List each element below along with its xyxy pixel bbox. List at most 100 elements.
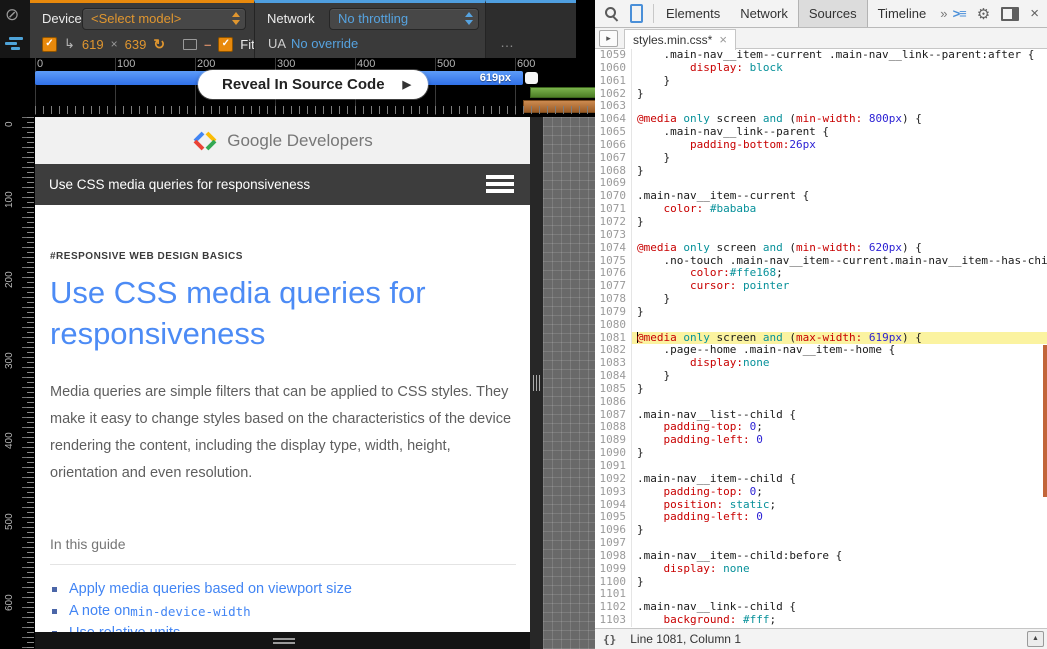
ua-override-link[interactable]: No override xyxy=(291,36,358,51)
ruler-drag-handle[interactable] xyxy=(525,72,538,84)
code-line[interactable]: 1090} xyxy=(595,447,1047,460)
code-line[interactable]: 1068} xyxy=(595,165,1047,178)
reveal-label: Reveal In Source Code xyxy=(222,76,385,93)
settings-gear-icon[interactable]: ⚙ xyxy=(977,5,990,23)
code-line[interactable]: 1076 color:#ffe168; xyxy=(595,267,1047,280)
code-line[interactable]: 1082 .page--home .main-nav__item--home { xyxy=(595,344,1047,357)
close-devtools-icon[interactable]: × xyxy=(1030,5,1039,22)
block-icon[interactable]: ⊘ xyxy=(5,5,19,25)
line-number: 1080 xyxy=(595,319,632,332)
code-line[interactable]: 1092.main-nav__item--child { xyxy=(595,473,1047,486)
code-line[interactable]: 1097 xyxy=(595,537,1047,550)
code-line[interactable]: 1066 padding-bottom:26px xyxy=(595,139,1047,152)
console-icon[interactable]: >≡ xyxy=(953,6,966,21)
menu-icon[interactable] xyxy=(486,175,514,193)
code-line[interactable]: 1077 cursor: pointer xyxy=(595,280,1047,293)
code-line[interactable]: 1078 } xyxy=(595,293,1047,306)
line-number: 1097 xyxy=(595,537,632,550)
tab-timeline[interactable]: Timeline xyxy=(868,0,937,27)
code-line[interactable]: 1072} xyxy=(595,216,1047,229)
file-tab[interactable]: styles.min.css* × xyxy=(624,29,736,50)
code-line[interactable]: 1091 xyxy=(595,460,1047,473)
dock-side-icon[interactable] xyxy=(1001,7,1019,21)
code-line[interactable]: 1071 color: #bababa xyxy=(595,203,1047,216)
kicker[interactable]: #RESPONSIVE WEB DESIGN BASICS xyxy=(50,251,515,262)
close-tab-icon[interactable]: × xyxy=(719,32,727,47)
h-ruler-label: 600 xyxy=(517,58,535,70)
bullet-icon xyxy=(52,609,57,614)
code-line[interactable]: 1102.main-nav__link--child { xyxy=(595,601,1047,614)
screen-size-icon[interactable] xyxy=(183,39,197,50)
more-tabs-icon[interactable]: » xyxy=(940,6,947,21)
height-value[interactable]: 639 xyxy=(125,37,147,52)
code-line[interactable]: 1061 } xyxy=(595,75,1047,88)
code-line[interactable]: 1074@media only screen and (min-width: 6… xyxy=(595,242,1047,255)
code-line[interactable]: 1075 .no-touch .main-nav__item--current.… xyxy=(595,255,1047,268)
network-throttling-select[interactable]: No throttling xyxy=(329,8,479,30)
code-line[interactable]: 1087.main-nav__list--child { xyxy=(595,409,1047,422)
code-line[interactable]: 1069 xyxy=(595,177,1047,190)
code-line[interactable]: 1096} xyxy=(595,524,1047,537)
line-number: 1091 xyxy=(595,460,632,473)
show-navigator-button[interactable]: ▸ xyxy=(599,30,618,47)
file-tab-bar: ▸ styles.min.css* × xyxy=(595,28,1047,49)
code-editor[interactable]: 1059 .main-nav__item--current .main-nav_… xyxy=(595,49,1047,628)
device-mode-icon[interactable] xyxy=(630,4,643,23)
code-line[interactable]: 1094 position: static; xyxy=(595,499,1047,512)
fit-checkbox[interactable]: ✓ xyxy=(218,37,233,52)
tab-network[interactable]: Network xyxy=(730,0,798,27)
code-line[interactable]: 1059 .main-nav__item--current .main-nav_… xyxy=(595,49,1047,62)
code-line[interactable]: 1101 xyxy=(595,588,1047,601)
inspect-search-icon[interactable] xyxy=(604,6,619,21)
code-line[interactable]: 1089 padding-left: 0 xyxy=(595,434,1047,447)
width-value[interactable]: 619 xyxy=(82,37,104,52)
code-line[interactable]: 1086 xyxy=(595,396,1047,409)
code-line[interactable]: 1100} xyxy=(595,576,1047,589)
code-line[interactable]: 1098.main-nav__item--child:before { xyxy=(595,550,1047,563)
swap-dimensions-icon[interactable]: ↳ xyxy=(64,36,75,52)
code-line[interactable]: 1084 } xyxy=(595,370,1047,383)
code-line[interactable]: 1085} xyxy=(595,383,1047,396)
logo-text[interactable]: Google Developers xyxy=(227,131,373,151)
code-line[interactable]: 1064@media only screen and (min-width: 8… xyxy=(595,113,1047,126)
google-developers-logo-icon[interactable] xyxy=(192,130,218,152)
code-line[interactable]: 1073 xyxy=(595,229,1047,242)
line-number: 1061 xyxy=(595,75,632,88)
vertical-drag-handle[interactable] xyxy=(533,375,541,391)
fit-label: Fit xyxy=(240,37,254,52)
horizontal-drag-handle[interactable] xyxy=(273,638,295,644)
code-line[interactable]: 1093 padding-top: 0; xyxy=(595,486,1047,499)
tab-elements[interactable]: Elements xyxy=(656,0,730,27)
code-line[interactable]: 1070.main-nav__item--current { xyxy=(595,190,1047,203)
code-line[interactable]: 1067 } xyxy=(595,152,1047,165)
guide-link[interactable]: Use relative units xyxy=(50,622,515,632)
overflow-dots[interactable]: … xyxy=(500,34,515,50)
code-line[interactable]: 1060 display: block xyxy=(595,62,1047,75)
code-line[interactable]: 1083 display:none xyxy=(595,357,1047,370)
h-ruler-label: 0 xyxy=(37,58,43,70)
guide-link[interactable]: Apply media queries based on viewport si… xyxy=(50,578,515,600)
code-line[interactable]: 1081@media only screen and (max-width: 6… xyxy=(595,332,1047,345)
network-throttle-icon[interactable] xyxy=(5,37,24,51)
code-line[interactable]: 1099 display: none xyxy=(595,563,1047,576)
code-line[interactable]: 1080 xyxy=(595,319,1047,332)
code-line[interactable]: 1062} xyxy=(595,88,1047,101)
article: #RESPONSIVE WEB DESIGN BASICS Use CSS me… xyxy=(35,205,530,632)
device-section: Device <Select model> ✓ ↳ 619 × 639 ↻ – … xyxy=(30,0,254,58)
tab-sources[interactable]: Sources xyxy=(798,0,868,27)
code-line[interactable]: 1095 padding-left: 0 xyxy=(595,511,1047,524)
guide-link[interactable]: A note on min-device-width xyxy=(50,600,515,622)
reveal-in-source-button[interactable]: Reveal In Source Code ▶ xyxy=(198,70,428,99)
pretty-print-icon[interactable]: {} xyxy=(603,633,616,646)
code-line[interactable]: 1103 background: #fff; xyxy=(595,614,1047,627)
code-line[interactable]: 1063 xyxy=(595,100,1047,113)
mq-bar-min-620[interactable] xyxy=(530,87,596,98)
dimensions-checkbox[interactable]: ✓ xyxy=(42,37,57,52)
devtools-toolbar: ElementsNetworkSourcesTimeline » >≡ ⚙ × xyxy=(595,0,1047,28)
code-line[interactable]: 1065 .main-nav__link--parent { xyxy=(595,126,1047,139)
device-model-select[interactable]: <Select model> xyxy=(82,8,246,30)
code-line[interactable]: 1079} xyxy=(595,306,1047,319)
scroll-up-button[interactable]: ▲ xyxy=(1027,631,1044,647)
refresh-icon[interactable]: ↻ xyxy=(153,36,165,53)
code-line[interactable]: 1088 padding-top: 0; xyxy=(595,421,1047,434)
